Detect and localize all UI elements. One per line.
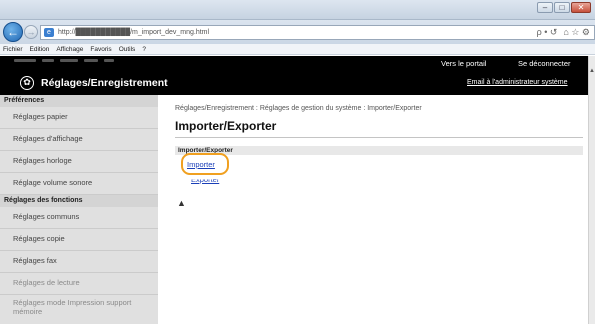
page-header: ✿ Réglages/Enregistrement Vers le portai… [0, 56, 595, 95]
address-bar[interactable]: e http://███████████/m_import_dev_mng.ht… [40, 25, 595, 40]
sidebar-item-display[interactable]: Réglages d'affichage [0, 129, 158, 151]
app-title: Réglages/Enregistrement [41, 77, 168, 89]
sidebar-item-fax[interactable]: Réglages fax [0, 251, 158, 273]
sidebar-item-scan[interactable]: Réglages de lecture [0, 273, 158, 295]
forward-arrow-icon[interactable]: → [24, 25, 38, 39]
menu-fichier[interactable]: Fichier [3, 44, 23, 54]
main-content: Réglages/Enregistrement : Réglages de ge… [158, 95, 595, 324]
export-link[interactable]: Exporter [191, 180, 219, 185]
menu-edition[interactable]: Edition [30, 44, 50, 54]
sidebar-item-common[interactable]: Réglages communs [0, 207, 158, 229]
toolbar-icons[interactable]: ⌂ ☆ ⚙ [563, 27, 590, 38]
logout-link[interactable]: Se déconnecter [518, 59, 571, 68]
window-controls: – □ ✕ [537, 2, 591, 13]
page-scrollbar[interactable]: ▲ [588, 56, 595, 324]
sidebar-item-paper[interactable]: Réglages papier [0, 107, 158, 129]
scroll-up-icon[interactable]: ▲ [589, 68, 595, 74]
search-dropdown-icon[interactable]: ρ • ↺ [537, 27, 558, 38]
browser-navbar: ← → e http://███████████/m_import_dev_mn… [0, 20, 595, 44]
menu-help[interactable]: ? [142, 44, 146, 54]
url-text[interactable]: http://███████████/m_import_dev_mng.html [58, 29, 209, 36]
sidebar-heading-functions: Réglages des fonctions [0, 195, 158, 207]
menu-favoris[interactable]: Favoris [90, 44, 111, 54]
back-arrow-icon[interactable]: ← [3, 22, 23, 42]
sidebar-item-copy[interactable]: Réglages copie [0, 229, 158, 251]
title-divider [175, 137, 583, 138]
page-favicon-icon: e [44, 28, 54, 37]
back-to-top-icon[interactable]: ▲ [177, 198, 186, 208]
sidebar-heading-preferences: Préférences [0, 95, 158, 107]
app-logo-icon: ✿ [20, 76, 34, 90]
section-heading: Importer/Exporter [175, 146, 583, 155]
maximize-icon[interactable]: □ [554, 2, 570, 13]
menu-affichage[interactable]: Affichage [56, 44, 83, 54]
import-link[interactable]: Importer [187, 160, 215, 169]
menu-outils[interactable]: Outils [119, 44, 136, 54]
portal-link[interactable]: Vers le portail [441, 59, 486, 68]
admin-email-link[interactable]: Email à l'administrateur système [467, 79, 568, 86]
browser-titlebar: – □ ✕ [0, 0, 595, 20]
address-bar-icons: ρ • ↺ ⌂ ☆ ⚙ [537, 27, 590, 38]
page-title: Importer/Exporter [175, 119, 277, 133]
header-redacted-text [14, 59, 114, 62]
close-icon[interactable]: ✕ [571, 2, 591, 13]
sidebar: Préférences Réglages papier Réglages d'a… [0, 95, 158, 324]
sidebar-item-memory-print[interactable]: Réglages mode Impression support mémoire [0, 295, 158, 317]
breadcrumb: Réglages/Enregistrement : Réglages de ge… [175, 105, 422, 112]
sidebar-item-clock[interactable]: Réglages horloge [0, 151, 158, 173]
minimize-icon[interactable]: – [537, 2, 553, 13]
sidebar-item-volume[interactable]: Réglage volume sonore [0, 173, 158, 195]
browser-menubar: Fichier Edition Affichage Favoris Outils… [0, 44, 595, 55]
